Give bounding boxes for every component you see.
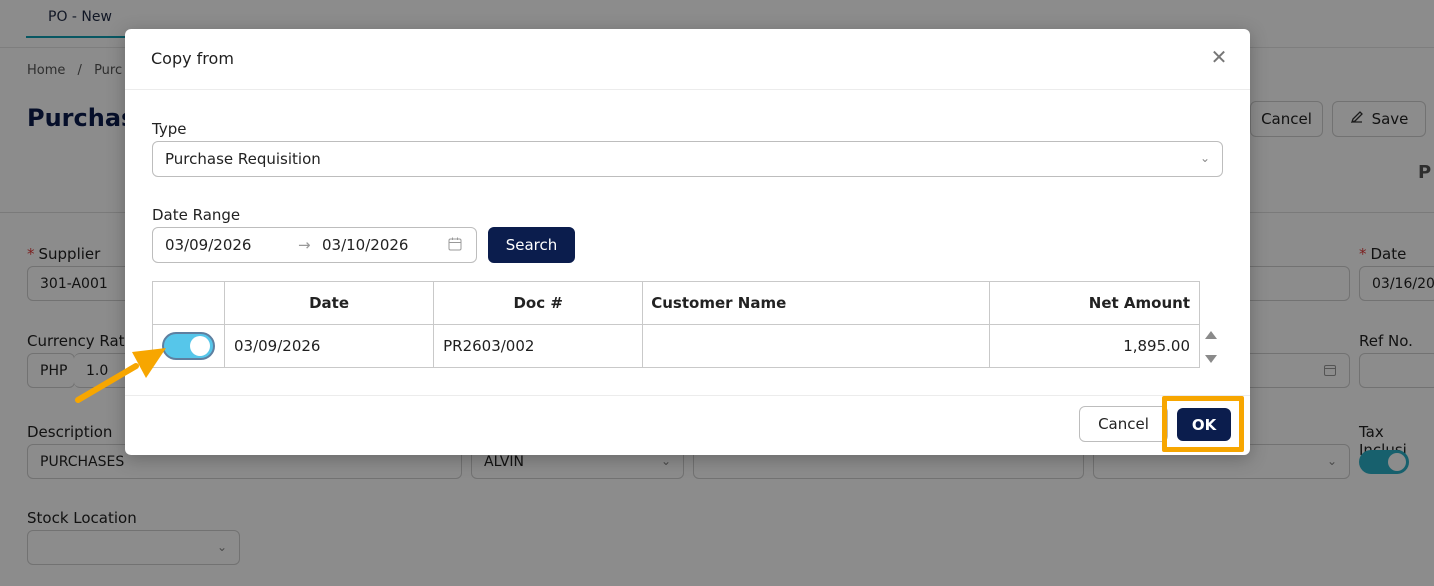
modal-footer-divider (125, 395, 1250, 396)
column-header-date[interactable]: Date (223, 281, 435, 325)
date-range-label: Date Range (152, 206, 241, 224)
row-doc-number: PR2603/002 (433, 324, 644, 368)
scroll-down-icon[interactable] (1204, 351, 1218, 365)
modal-header: Copy from ✕ (125, 29, 1250, 90)
ok-button[interactable]: OK (1177, 408, 1231, 441)
cancel-label: Cancel (1098, 415, 1149, 433)
table-header-row: Date Doc # Customer Name Net Amount (152, 281, 1200, 325)
chevron-down-icon: ⌄ (1199, 151, 1210, 165)
copy-from-modal: Copy from ✕ Type Purchase Requisition ⌄ … (125, 29, 1250, 455)
toggle-knob (190, 336, 210, 356)
type-select[interactable]: Purchase Requisition ⌄ (152, 141, 1223, 177)
column-header-doc[interactable]: Doc # (433, 281, 644, 325)
results-table: Date Doc # Customer Name Net Amount 03/0… (152, 281, 1200, 368)
modal-title: Copy from (151, 49, 234, 68)
column-header-customer-name[interactable]: Customer Name (642, 281, 991, 325)
arrow-right-icon: → (298, 236, 311, 254)
row-date: 03/09/2026 (223, 324, 435, 368)
type-label: Type (152, 120, 187, 138)
search-label: Search (505, 236, 558, 254)
ok-label: OK (1191, 415, 1217, 434)
column-header-select (152, 281, 225, 325)
cancel-button[interactable]: Cancel (1079, 406, 1168, 442)
table-row[interactable]: 03/09/2026 PR2603/002 1,895.00 (152, 324, 1200, 368)
search-button[interactable]: Search (488, 227, 575, 263)
calendar-icon[interactable] (447, 236, 463, 252)
date-to-input[interactable]: 03/10/2026 (322, 236, 408, 254)
type-value: Purchase Requisition (165, 150, 321, 168)
date-from-input[interactable]: 03/09/2026 (165, 236, 251, 254)
row-net-amount: 1,895.00 (989, 324, 1200, 368)
row-customer-name (642, 324, 991, 368)
scroll-up-icon[interactable] (1204, 327, 1218, 341)
callout-arrow-icon (74, 340, 174, 410)
date-range-picker[interactable]: 03/09/2026 → 03/10/2026 (152, 227, 477, 263)
column-header-net-amount[interactable]: Net Amount (989, 281, 1200, 325)
close-icon[interactable]: ✕ (1208, 46, 1230, 68)
